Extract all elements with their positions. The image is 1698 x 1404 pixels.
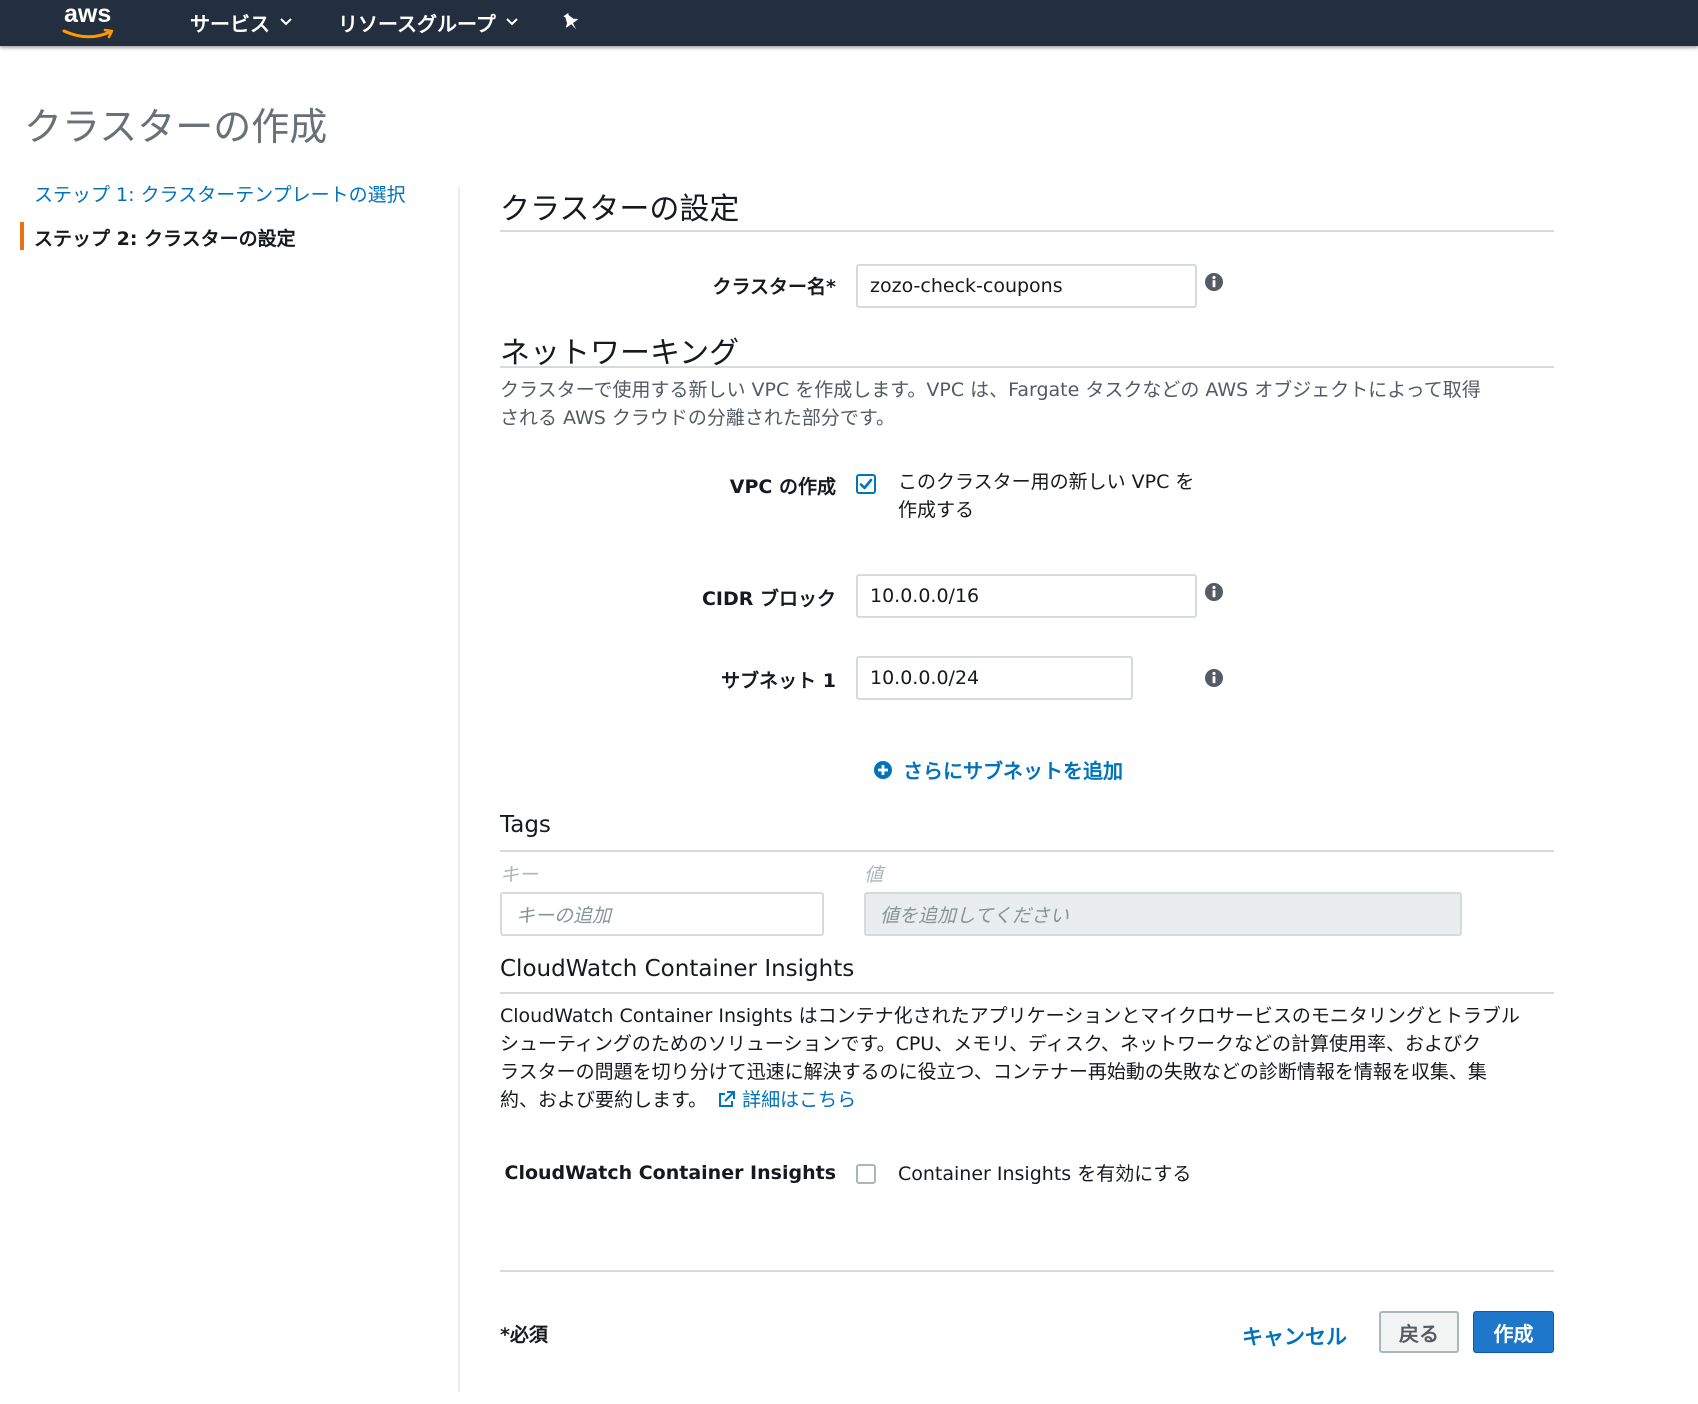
- tag-value-label: 値: [864, 864, 884, 886]
- external-link-icon: [719, 1091, 736, 1107]
- section-divider: [500, 850, 1554, 852]
- cancel-button[interactable]: キャンセル: [1242, 1316, 1347, 1356]
- insights-description-line: ラスターの問題を切り分けて迅速に解決するのに役立つ、コンテナー再始動の失敗などの…: [500, 1061, 1487, 1083]
- tag-key-input[interactable]: キーの追加: [500, 892, 824, 936]
- cidr-block-value: 10.0.0.0/16: [870, 585, 980, 607]
- resource-groups-menu[interactable]: リソースグループ: [338, 7, 518, 37]
- aws-logo-text: aws: [64, 0, 112, 28]
- tag-key-placeholder: キーの追加: [516, 904, 612, 927]
- info-icon[interactable]: [1204, 582, 1224, 602]
- networking-description-line: クラスターで使用する新しい VPC を作成します。VPC は、Fargate タ…: [500, 379, 1481, 401]
- services-menu[interactable]: サービス: [190, 7, 292, 37]
- back-button[interactable]: 戻る: [1379, 1311, 1459, 1353]
- vpc-create-text-line: 作成する: [898, 499, 975, 521]
- add-subnet-button[interactable]: さらにサブネットを追加: [873, 755, 1123, 784]
- vpc-create-text: このクラスター用の新しい VPC を 作成する: [898, 468, 1194, 524]
- learn-more-link[interactable]: 詳細はこちら: [707, 1089, 856, 1111]
- section-divider: [500, 366, 1554, 368]
- info-icon[interactable]: [1204, 272, 1224, 292]
- top-navigation-bar: aws サービス リソースグループ: [0, 0, 1698, 46]
- tag-key-label: キー: [500, 864, 539, 886]
- tag-value-input: 値を追加してください: [864, 892, 1462, 936]
- sidebar-step-2-current: ステップ 2: クラスターの設定: [34, 228, 296, 250]
- networking-description-line: される AWS クラウドの分離された部分です。: [500, 407, 895, 429]
- insights-description-line: シューティングのためのソリューションです。CPU、メモリ、ディスク、ネットワーク…: [500, 1033, 1482, 1055]
- create-button[interactable]: 作成: [1473, 1311, 1554, 1353]
- cluster-name-input[interactable]: zozo-check-coupons: [856, 264, 1197, 308]
- insights-description-line: CloudWatch Container Insights はコンテナ化されたア…: [500, 1005, 1520, 1027]
- tag-value-placeholder: 値を追加してください: [880, 904, 1069, 927]
- page-title: クラスターの作成: [24, 105, 328, 149]
- insights-enable-text: Container Insights を有効にする: [898, 1163, 1192, 1185]
- networking-description: クラスターで使用する新しい VPC を作成します。VPC は、Fargate タ…: [500, 376, 1554, 432]
- subnet-1-label: サブネット 1: [721, 670, 836, 692]
- services-menu-label: サービス: [190, 11, 270, 36]
- required-note: *必須: [500, 1324, 548, 1346]
- chevron-down-icon: [506, 18, 518, 26]
- cluster-name-label: クラスター名*: [712, 276, 836, 298]
- insights-description: CloudWatch Container Insights はコンテナ化されたア…: [500, 1002, 1554, 1114]
- checkmark-icon: [859, 478, 873, 490]
- footer-divider: [500, 1270, 1554, 1272]
- subnet-1-input[interactable]: 10.0.0.0/24: [856, 656, 1133, 700]
- add-subnet-label: さらにサブネットを追加: [903, 759, 1123, 783]
- aws-logo[interactable]: aws: [62, 0, 122, 42]
- pin-icon[interactable]: [560, 11, 582, 37]
- sidebar-divider: [458, 187, 460, 1392]
- vpc-create-label: VPC の作成: [729, 476, 836, 498]
- learn-more-label: 詳細はこちら: [742, 1089, 857, 1111]
- insights-enable-checkbox[interactable]: [856, 1164, 876, 1184]
- insights-heading: CloudWatch Container Insights: [500, 956, 855, 982]
- aws-smile-icon: [62, 28, 114, 39]
- resource-groups-menu-label: リソースグループ: [338, 11, 496, 36]
- active-step-indicator: [20, 222, 24, 250]
- cluster-settings-heading: クラスターの設定: [500, 192, 740, 227]
- vpc-create-text-line: このクラスター用の新しい VPC を: [898, 471, 1195, 493]
- cluster-name-value: zozo-check-coupons: [870, 275, 1063, 297]
- chevron-down-icon: [280, 18, 292, 26]
- section-divider: [500, 230, 1554, 232]
- cidr-block-input[interactable]: 10.0.0.0/16: [856, 574, 1197, 618]
- tags-heading: Tags: [500, 812, 551, 838]
- sidebar-step-1-link[interactable]: ステップ 1: クラスターテンプレートの選択: [34, 180, 406, 207]
- insights-description-last-line: 約、および要約します。 詳細はこちら: [500, 1086, 1554, 1114]
- info-icon[interactable]: [1204, 668, 1224, 688]
- subnet-1-value: 10.0.0.0/24: [870, 667, 980, 689]
- plus-circle-icon: [874, 760, 892, 779]
- section-divider: [500, 992, 1554, 994]
- vpc-create-checkbox[interactable]: [856, 474, 876, 494]
- cidr-block-label: CIDR ブロック: [701, 588, 836, 610]
- insights-option-label: CloudWatch Container Insights: [504, 1162, 837, 1184]
- insights-description-line: 約、および要約します。: [500, 1089, 708, 1111]
